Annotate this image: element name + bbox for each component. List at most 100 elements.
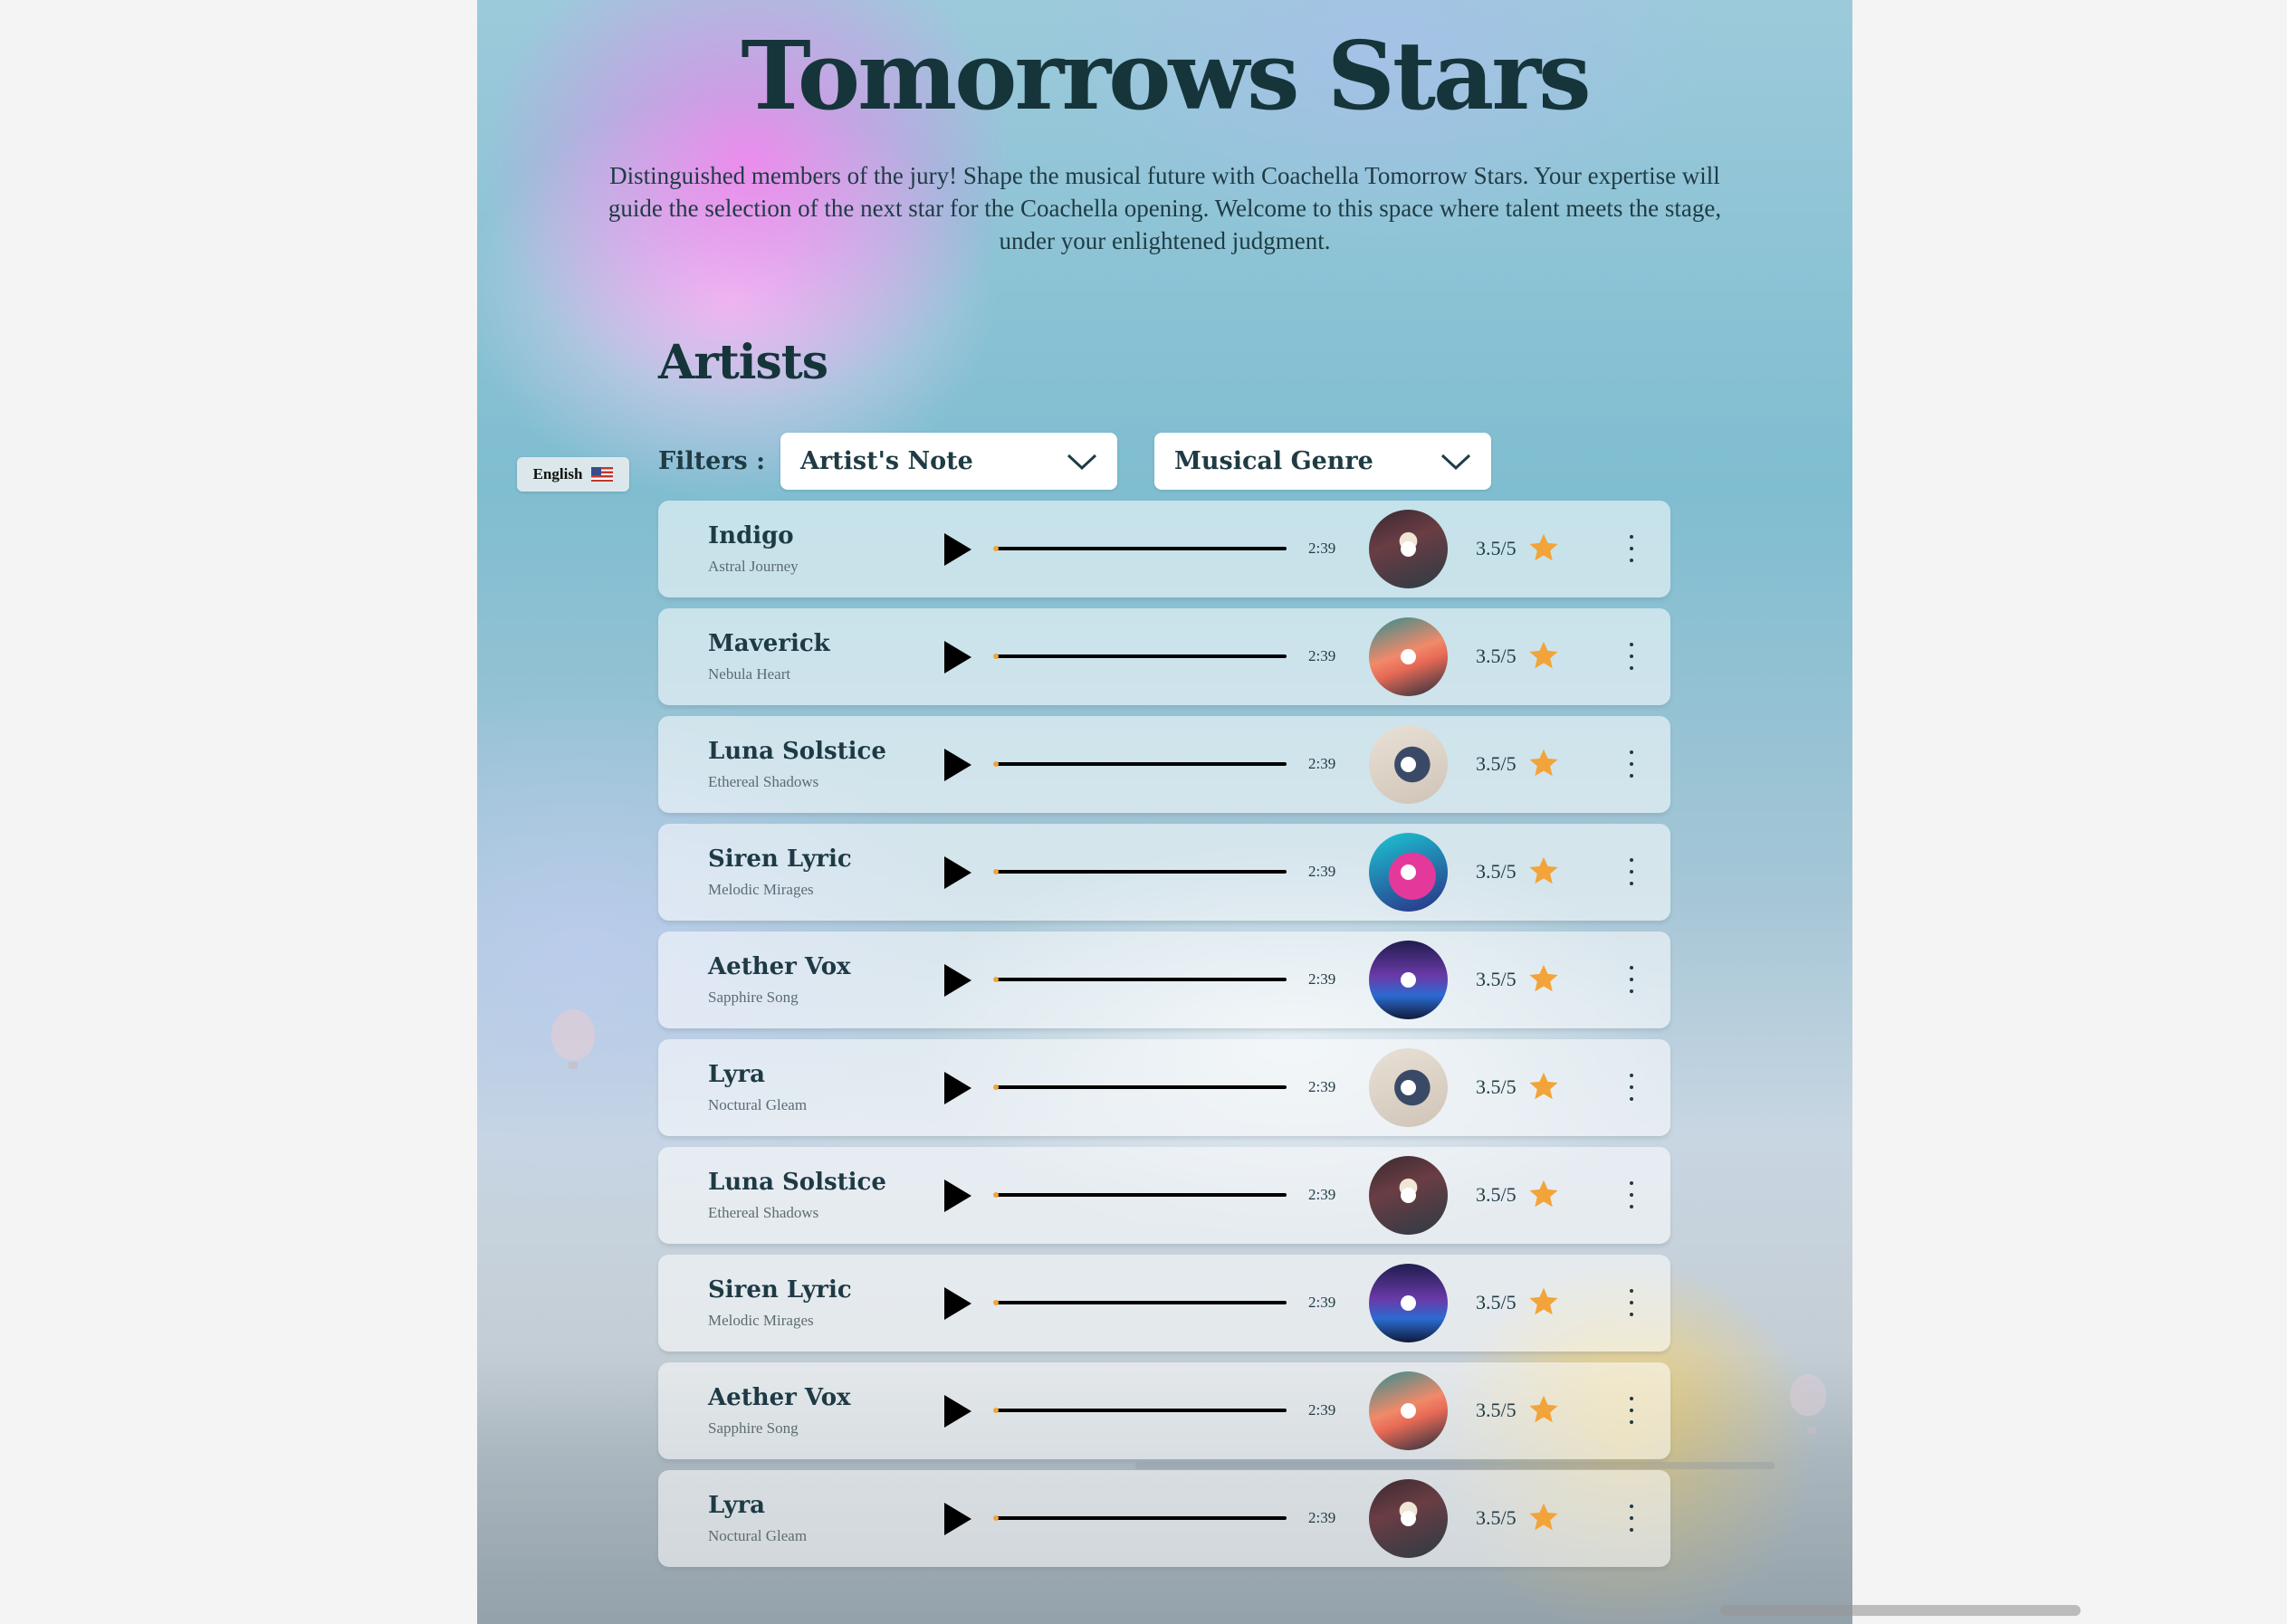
artist-row[interactable]: Lyra Noctural Gleam 2:39 3.5/5 — [658, 1470, 1670, 1567]
progress-handle[interactable] — [993, 761, 999, 767]
list-scrollbar[interactable] — [1135, 1462, 1775, 1469]
artist-name: Maverick — [708, 630, 830, 657]
more-options-icon[interactable] — [1627, 1074, 1636, 1101]
play-icon[interactable] — [944, 1503, 971, 1535]
star-icon[interactable] — [1527, 1393, 1560, 1426]
track-duration: 2:39 — [1308, 1401, 1336, 1419]
play-icon[interactable] — [944, 1395, 971, 1428]
play-icon[interactable] — [944, 749, 971, 781]
progress-handle[interactable] — [993, 1300, 999, 1305]
star-icon[interactable] — [1527, 1285, 1560, 1318]
play-icon[interactable] — [944, 964, 971, 997]
star-icon[interactable] — [1527, 639, 1560, 672]
artist-name: Lyra — [708, 1492, 766, 1519]
progress-handle[interactable] — [993, 1192, 999, 1198]
horizontal-scrollbar[interactable] — [1720, 1605, 2081, 1616]
artist-row[interactable]: Lyra Noctural Gleam 2:39 3.5/5 — [658, 1039, 1670, 1136]
artist-name: Aether Vox — [708, 953, 851, 980]
artist-row[interactable]: Luna Solstice Ethereal Shadows 2:39 3.5/… — [658, 1147, 1670, 1244]
rating-value: 3.5/5 — [1476, 645, 1517, 667]
progress-track[interactable] — [997, 978, 1287, 981]
song-title: Noctural Gleam — [708, 1096, 808, 1113]
star-icon[interactable] — [1527, 531, 1560, 564]
progress-handle[interactable] — [993, 1408, 999, 1413]
artist-row[interactable]: Aether Vox Sapphire Song 2:39 3.5/5 — [658, 1362, 1670, 1459]
more-options-icon[interactable] — [1627, 535, 1636, 562]
more-options-icon[interactable] — [1627, 1505, 1636, 1532]
rating-value: 3.5/5 — [1476, 1399, 1517, 1421]
album-cover — [1369, 1048, 1448, 1127]
progress-handle[interactable] — [993, 977, 999, 982]
progress-track[interactable] — [997, 762, 1287, 766]
progress-track[interactable] — [997, 654, 1287, 658]
more-options-icon[interactable] — [1627, 966, 1636, 993]
more-options-icon[interactable] — [1627, 858, 1636, 885]
rating-value: 3.5/5 — [1476, 1075, 1517, 1098]
track-duration: 2:39 — [1308, 647, 1336, 664]
artist-name: Luna Solstice — [708, 1169, 886, 1196]
play-icon[interactable] — [944, 641, 971, 673]
album-cover — [1369, 1371, 1448, 1450]
play-icon[interactable] — [944, 1072, 971, 1104]
progress-track[interactable] — [997, 870, 1287, 874]
star-icon[interactable] — [1527, 855, 1560, 887]
play-icon[interactable] — [944, 1180, 971, 1212]
artist-name: Luna Solstice — [708, 738, 886, 765]
artist-list: Indigo Astral Journey 2:39 3.5/5 Maveric… — [658, 501, 1670, 1578]
star-icon[interactable] — [1527, 1501, 1560, 1533]
star-icon[interactable] — [1527, 747, 1560, 779]
section-title: Artists — [658, 335, 828, 390]
play-icon[interactable] — [944, 533, 971, 566]
star-icon[interactable] — [1527, 962, 1560, 995]
progress-track[interactable] — [997, 1193, 1287, 1197]
artist-row[interactable]: Siren Lyric Melodic Mirages 2:39 3.5/5 — [658, 1255, 1670, 1352]
more-options-icon[interactable] — [1627, 1397, 1636, 1424]
progress-handle[interactable] — [993, 869, 999, 874]
song-title: Sapphire Song — [708, 1419, 799, 1437]
progress-track[interactable] — [997, 1516, 1287, 1520]
artist-row[interactable]: Aether Vox Sapphire Song 2:39 3.5/5 — [658, 931, 1670, 1028]
hot-air-balloon-icon — [1790, 1374, 1826, 1434]
album-cover — [1369, 725, 1448, 804]
album-cover — [1369, 1479, 1448, 1558]
track-duration: 2:39 — [1308, 1078, 1336, 1095]
artist-row[interactable]: Indigo Astral Journey 2:39 3.5/5 — [658, 501, 1670, 597]
progress-track[interactable] — [997, 547, 1287, 550]
rating-value: 3.5/5 — [1476, 1506, 1517, 1529]
track-duration: 2:39 — [1308, 863, 1336, 880]
intro-text: Distinguished members of the jury! Shape… — [608, 162, 1722, 254]
progress-handle[interactable] — [993, 1515, 999, 1521]
artist-name: Indigo — [708, 522, 794, 549]
star-icon[interactable] — [1527, 1178, 1560, 1210]
song-title: Sapphire Song — [708, 989, 799, 1006]
more-options-icon[interactable] — [1627, 750, 1636, 778]
language-label: English — [532, 465, 583, 482]
album-cover — [1369, 617, 1448, 696]
song-title: Ethereal Shadows — [708, 1204, 819, 1221]
progress-track[interactable] — [997, 1301, 1287, 1304]
rating-value: 3.5/5 — [1476, 1183, 1517, 1206]
star-icon[interactable] — [1527, 1070, 1560, 1103]
song-title: Melodic Mirages — [708, 881, 814, 898]
progress-track[interactable] — [997, 1409, 1287, 1412]
artist-note-select[interactable]: Artist's Note — [780, 433, 1117, 490]
progress-handle[interactable] — [993, 1084, 999, 1090]
more-options-icon[interactable] — [1627, 1181, 1636, 1208]
more-options-icon[interactable] — [1627, 643, 1636, 670]
play-icon[interactable] — [944, 1287, 971, 1320]
more-options-icon[interactable] — [1627, 1289, 1636, 1316]
progress-track[interactable] — [997, 1085, 1287, 1089]
artist-name: Siren Lyric — [708, 1276, 852, 1304]
musical-genre-select[interactable]: Musical Genre — [1154, 433, 1491, 490]
progress-handle[interactable] — [993, 654, 999, 659]
chevron-down-icon — [1440, 454, 1471, 470]
track-duration: 2:39 — [1308, 1186, 1336, 1203]
artist-row[interactable]: Siren Lyric Melodic Mirages 2:39 3.5/5 — [658, 824, 1670, 921]
progress-handle[interactable] — [993, 546, 999, 551]
play-icon[interactable] — [944, 856, 971, 889]
filters-label: Filters : — [658, 447, 766, 475]
language-selector[interactable]: English — [517, 457, 629, 492]
artist-row[interactable]: Luna Solstice Ethereal Shadows 2:39 3.5/… — [658, 716, 1670, 813]
artist-row[interactable]: Maverick Nebula Heart 2:39 3.5/5 — [658, 608, 1670, 705]
us-flag-icon — [591, 467, 614, 482]
